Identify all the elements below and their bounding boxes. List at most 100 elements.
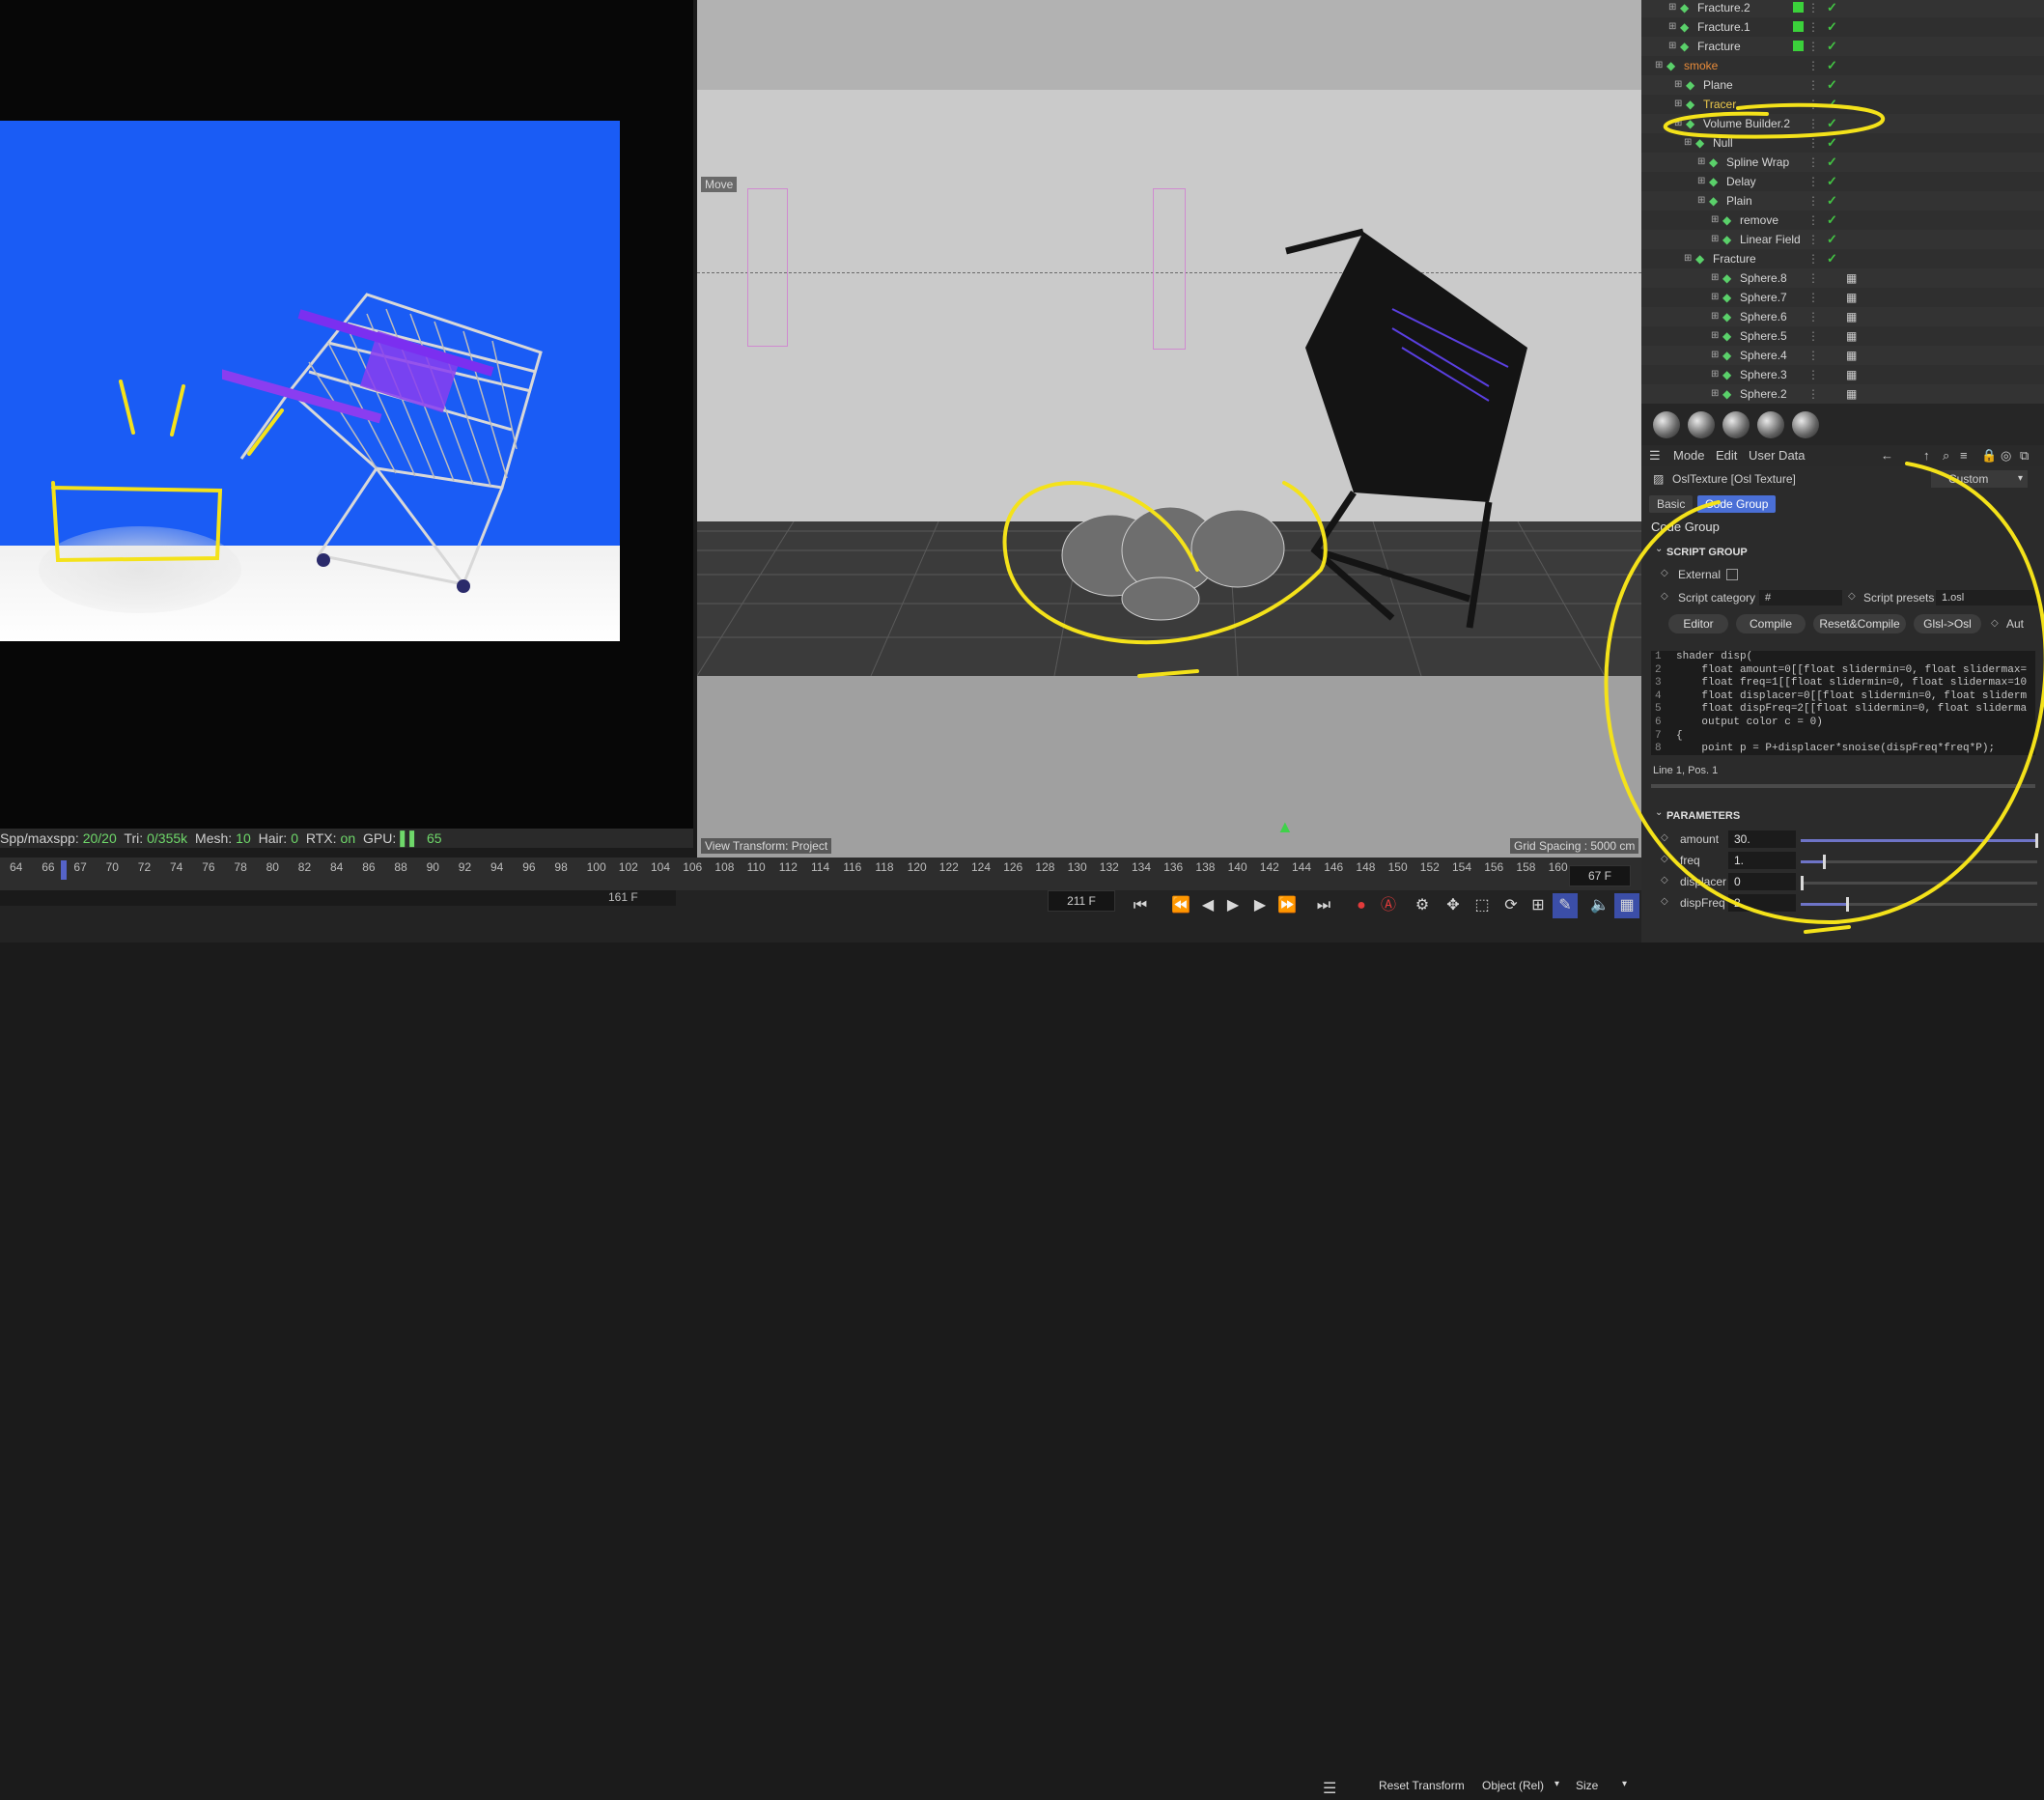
hamburger-icon[interactable]: ☰ bbox=[1649, 445, 1661, 466]
auto-keyframe-icon[interactable]: ◇ bbox=[1991, 618, 1999, 629]
expand-icon[interactable]: ⊞ bbox=[1711, 230, 1719, 249]
object-name[interactable]: smoke bbox=[1684, 56, 1718, 75]
parameter-slider[interactable] bbox=[1801, 855, 2037, 869]
lock-icon[interactable]: 🔒 bbox=[1981, 445, 1997, 466]
up-arrow-icon[interactable]: ↑ bbox=[1923, 445, 1930, 466]
sound-icon[interactable]: 🔈 bbox=[1587, 893, 1612, 918]
volume-smoke-spheres[interactable] bbox=[1054, 502, 1305, 628]
code-line[interactable]: 2 float amount=0[[float slidermin=0, flo… bbox=[1651, 664, 2035, 678]
visibility-dots-icon[interactable]: ⋮ bbox=[1807, 230, 1819, 249]
enabled-check-icon[interactable]: ✓ bbox=[1827, 230, 1837, 249]
current-frame-field[interactable]: 67 F bbox=[1569, 865, 1631, 886]
object-row[interactable]: ⊞ ◆ Fracture.1 ⋮ ✓ bbox=[1641, 17, 2044, 37]
parameters-title[interactable]: PARAMETERS bbox=[1666, 810, 1740, 822]
preset-dropdown[interactable]: Custom bbox=[1931, 470, 2028, 488]
section-chevron-icon[interactable]: ⌄ bbox=[1655, 544, 1663, 554]
expand-icon[interactable]: ⊞ bbox=[1668, 37, 1676, 56]
playhead[interactable] bbox=[61, 860, 67, 880]
auto-label[interactable]: Aut bbox=[2006, 617, 2024, 631]
tab-code-group[interactable]: Code Group bbox=[1697, 495, 1777, 513]
external-keyframe-icon[interactable]: ◇ bbox=[1661, 568, 1668, 578]
object-row[interactable]: ⊞ ◆ Sphere.8 ⋮ ▦ bbox=[1641, 268, 2044, 288]
material-tag-icon[interactable]: ▦ bbox=[1846, 326, 1857, 346]
slider-knob[interactable] bbox=[2035, 833, 2038, 848]
material-swatch-4[interactable] bbox=[1757, 411, 1784, 438]
pla-key-icon[interactable]: ✎ bbox=[1553, 893, 1578, 918]
material-tag-icon[interactable]: ▦ bbox=[1846, 268, 1857, 288]
parameter-slider[interactable] bbox=[1801, 897, 2037, 912]
category-keyframe-icon[interactable]: ◇ bbox=[1661, 591, 1668, 602]
object-name[interactable]: Fracture bbox=[1697, 37, 1741, 56]
visibility-dots-icon[interactable]: ⋮ bbox=[1807, 37, 1819, 56]
editor-button[interactable]: Editor bbox=[1668, 614, 1728, 633]
keyframe-settings-icon[interactable]: ⚙ bbox=[1410, 893, 1435, 918]
visibility-dots-icon[interactable]: ⋮ bbox=[1807, 133, 1819, 153]
visibility-dots-icon[interactable]: ⋮ bbox=[1807, 326, 1819, 346]
max-frame-field[interactable]: 211 F bbox=[1048, 890, 1115, 912]
expand-icon[interactable]: ⊞ bbox=[1684, 133, 1692, 153]
visibility-dots-icon[interactable]: ⋮ bbox=[1807, 346, 1819, 365]
script-presets-dropdown[interactable]: 1.osl bbox=[1936, 590, 2038, 605]
slider-knob[interactable] bbox=[1822, 855, 1826, 869]
3d-viewport[interactable]: Move ▲ View Transform: Project Grid Spac… bbox=[697, 0, 1641, 858]
script-group-title[interactable]: SCRIPT GROUP bbox=[1666, 547, 1748, 558]
object-name[interactable]: Sphere.5 bbox=[1740, 326, 1787, 346]
expand-icon[interactable]: ⊞ bbox=[1684, 249, 1692, 268]
visibility-dots-icon[interactable]: ⋮ bbox=[1807, 191, 1819, 211]
prev-key-icon[interactable]: ⏪ bbox=[1168, 893, 1193, 918]
keyframe-icon[interactable]: ◇ bbox=[1661, 854, 1668, 864]
keyframe-icon[interactable]: ◇ bbox=[1661, 896, 1668, 907]
slider-knob[interactable] bbox=[1801, 876, 1804, 890]
parameter-value-field[interactable]: 30. bbox=[1728, 830, 1796, 848]
object-name[interactable]: Fracture.1 bbox=[1697, 17, 1750, 37]
reset-compile-button[interactable]: Reset&Compile bbox=[1813, 614, 1906, 633]
new-window-icon[interactable]: ⧉ bbox=[2020, 445, 2029, 466]
object-row[interactable]: ⊞ ◆ smoke ⋮ ✓ bbox=[1641, 56, 2044, 75]
expand-icon[interactable]: ⊞ bbox=[1668, 0, 1676, 17]
expand-icon[interactable]: ⊞ bbox=[1711, 346, 1719, 365]
object-row[interactable]: ⊞ ◆ Linear Field ⋮ ✓ bbox=[1641, 230, 2044, 249]
code-line[interactable]: 8 point p = P+displacer*snoise(dispFreq*… bbox=[1651, 743, 2035, 755]
object-row[interactable]: ⊞ ◆ Sphere.7 ⋮ ▦ bbox=[1641, 288, 2044, 307]
material-tag-icon[interactable]: ▦ bbox=[1846, 307, 1857, 326]
next-frame-icon[interactable]: ▶ bbox=[1247, 893, 1273, 918]
code-line[interactable]: 3 float freq=1[[float slidermin=0, float… bbox=[1651, 677, 2035, 690]
size-mode-dropdown[interactable]: Size bbox=[1576, 1779, 1598, 1792]
material-swatch-2[interactable] bbox=[1688, 411, 1715, 438]
material-manager[interactable] bbox=[1641, 404, 2044, 446]
object-row[interactable]: ⊞ ◆ Plane ⋮ ✓ bbox=[1641, 75, 2044, 95]
visibility-dots-icon[interactable]: ⋮ bbox=[1807, 307, 1819, 326]
go-to-end-icon[interactable]: ⏭ bbox=[1311, 893, 1336, 918]
visibility-dots-icon[interactable]: ⋮ bbox=[1807, 268, 1819, 288]
keyframe-icon[interactable]: ◇ bbox=[1661, 832, 1668, 843]
prev-frame-icon[interactable]: ◀ bbox=[1195, 893, 1220, 918]
expand-icon[interactable]: ⊞ bbox=[1674, 95, 1682, 114]
tab-basic[interactable]: Basic bbox=[1649, 495, 1694, 513]
expand-icon[interactable]: ⊞ bbox=[1697, 153, 1705, 172]
expand-icon[interactable]: ⊞ bbox=[1697, 172, 1705, 191]
object-name[interactable]: Linear Field bbox=[1740, 230, 1801, 249]
expand-icon[interactable]: ⊞ bbox=[1711, 365, 1719, 384]
enabled-check-icon[interactable]: ✓ bbox=[1827, 95, 1837, 114]
position-key-icon[interactable]: ✥ bbox=[1441, 893, 1466, 918]
menu-user-data[interactable]: User Data bbox=[1749, 445, 1806, 466]
expand-icon[interactable]: ⊞ bbox=[1711, 326, 1719, 346]
object-row[interactable]: ⊞ ◆ Sphere.3 ⋮ ▦ bbox=[1641, 365, 2044, 384]
object-row[interactable]: ⊞ ◆ Tracer ⋮ ✓ bbox=[1641, 95, 2044, 114]
object-row[interactable]: ⊞ ◆ Fracture ⋮ ✓ bbox=[1641, 249, 2044, 268]
visibility-dots-icon[interactable]: ⋮ bbox=[1807, 288, 1819, 307]
object-row[interactable]: ⊞ ◆ Null ⋮ ✓ bbox=[1641, 133, 2044, 153]
go-to-start-icon[interactable]: ⏮ bbox=[1128, 893, 1153, 918]
object-name[interactable]: Sphere.3 bbox=[1740, 365, 1787, 384]
expand-icon[interactable]: ⊞ bbox=[1674, 75, 1682, 95]
external-checkbox[interactable] bbox=[1726, 569, 1738, 580]
material-swatch-3[interactable] bbox=[1722, 411, 1750, 438]
visibility-dots-icon[interactable]: ⋮ bbox=[1807, 114, 1819, 133]
object-manager[interactable]: ⊞ ◆ Fracture.2 ⋮ ✓ ⊞ ◆ Fracture.1 ⋮ ✓ ⊞ ◆ Fracture ⋮ ✓… bbox=[1641, 0, 2044, 404]
expand-icon[interactable]: ⊞ bbox=[1655, 56, 1663, 75]
object-row[interactable]: ⊞ ◆ remove ⋮ ✓ bbox=[1641, 211, 2044, 230]
timeline-layout-icon[interactable]: ▦ bbox=[1614, 893, 1639, 918]
visibility-dots-icon[interactable]: ⋮ bbox=[1807, 153, 1819, 172]
material-tag-icon[interactable]: ▦ bbox=[1846, 346, 1857, 365]
material-tag-icon[interactable]: ▦ bbox=[1846, 384, 1857, 404]
